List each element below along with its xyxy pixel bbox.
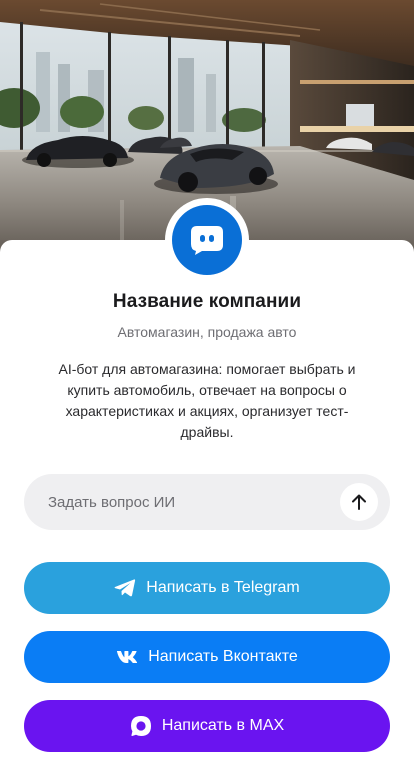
chat-bot-icon: [190, 225, 224, 255]
company-subtitle: Автомагазин, продажа авто: [117, 324, 297, 340]
max-button[interactable]: Написать в MAX: [24, 700, 390, 752]
company-name: Название компании: [112, 291, 302, 312]
vk-button-label: Написать Вконтакте: [148, 648, 298, 665]
vk-button[interactable]: Написать Вконтакте: [24, 631, 390, 683]
page: Название компании Автомагазин, продажа а…: [0, 0, 414, 770]
max-icon: [130, 715, 152, 737]
ask-ai-input[interactable]: [48, 474, 348, 530]
send-button[interactable]: [340, 483, 378, 521]
telegram-button[interactable]: Написать в Telegram: [24, 562, 390, 614]
vk-icon: [116, 650, 138, 664]
ask-ai-field: [24, 474, 390, 530]
telegram-button-label: Написать в Telegram: [146, 579, 300, 596]
arrow-up-icon: [351, 493, 367, 511]
max-button-label: Написать в MAX: [161, 717, 285, 734]
avatar: [172, 205, 242, 275]
telegram-icon: [114, 578, 136, 598]
company-description: AI-бот для автомагазина: помогает выбрат…: [58, 361, 356, 440]
